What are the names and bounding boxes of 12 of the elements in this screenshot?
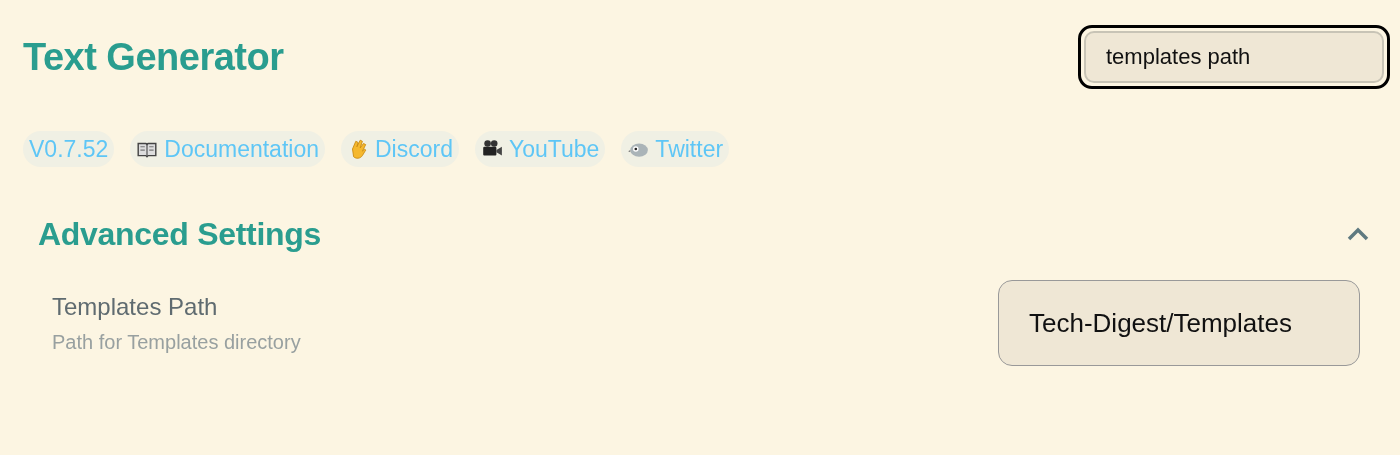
app-title: Text Generator — [23, 36, 284, 79]
link-pill[interactable]: Discord — [341, 131, 459, 167]
setting-description: Path for Templates directory — [52, 330, 301, 354]
search-field[interactable]: templates path — [1078, 24, 1390, 89]
link-pill[interactable]: V0.7.52 — [23, 131, 115, 167]
path-input-field[interactable]: Tech-Digest/Templates — [998, 280, 1360, 366]
section-title: Advanced Settings — [38, 215, 321, 253]
setting-name: Templates Path — [52, 292, 219, 321]
link-pill[interactable]: Documentation — [130, 131, 325, 167]
link-pill[interactable]: Twitter — [621, 131, 730, 167]
chevron-icon[interactable] — [1346, 227, 1370, 241]
link-pill[interactable]: YouTube — [474, 131, 606, 167]
